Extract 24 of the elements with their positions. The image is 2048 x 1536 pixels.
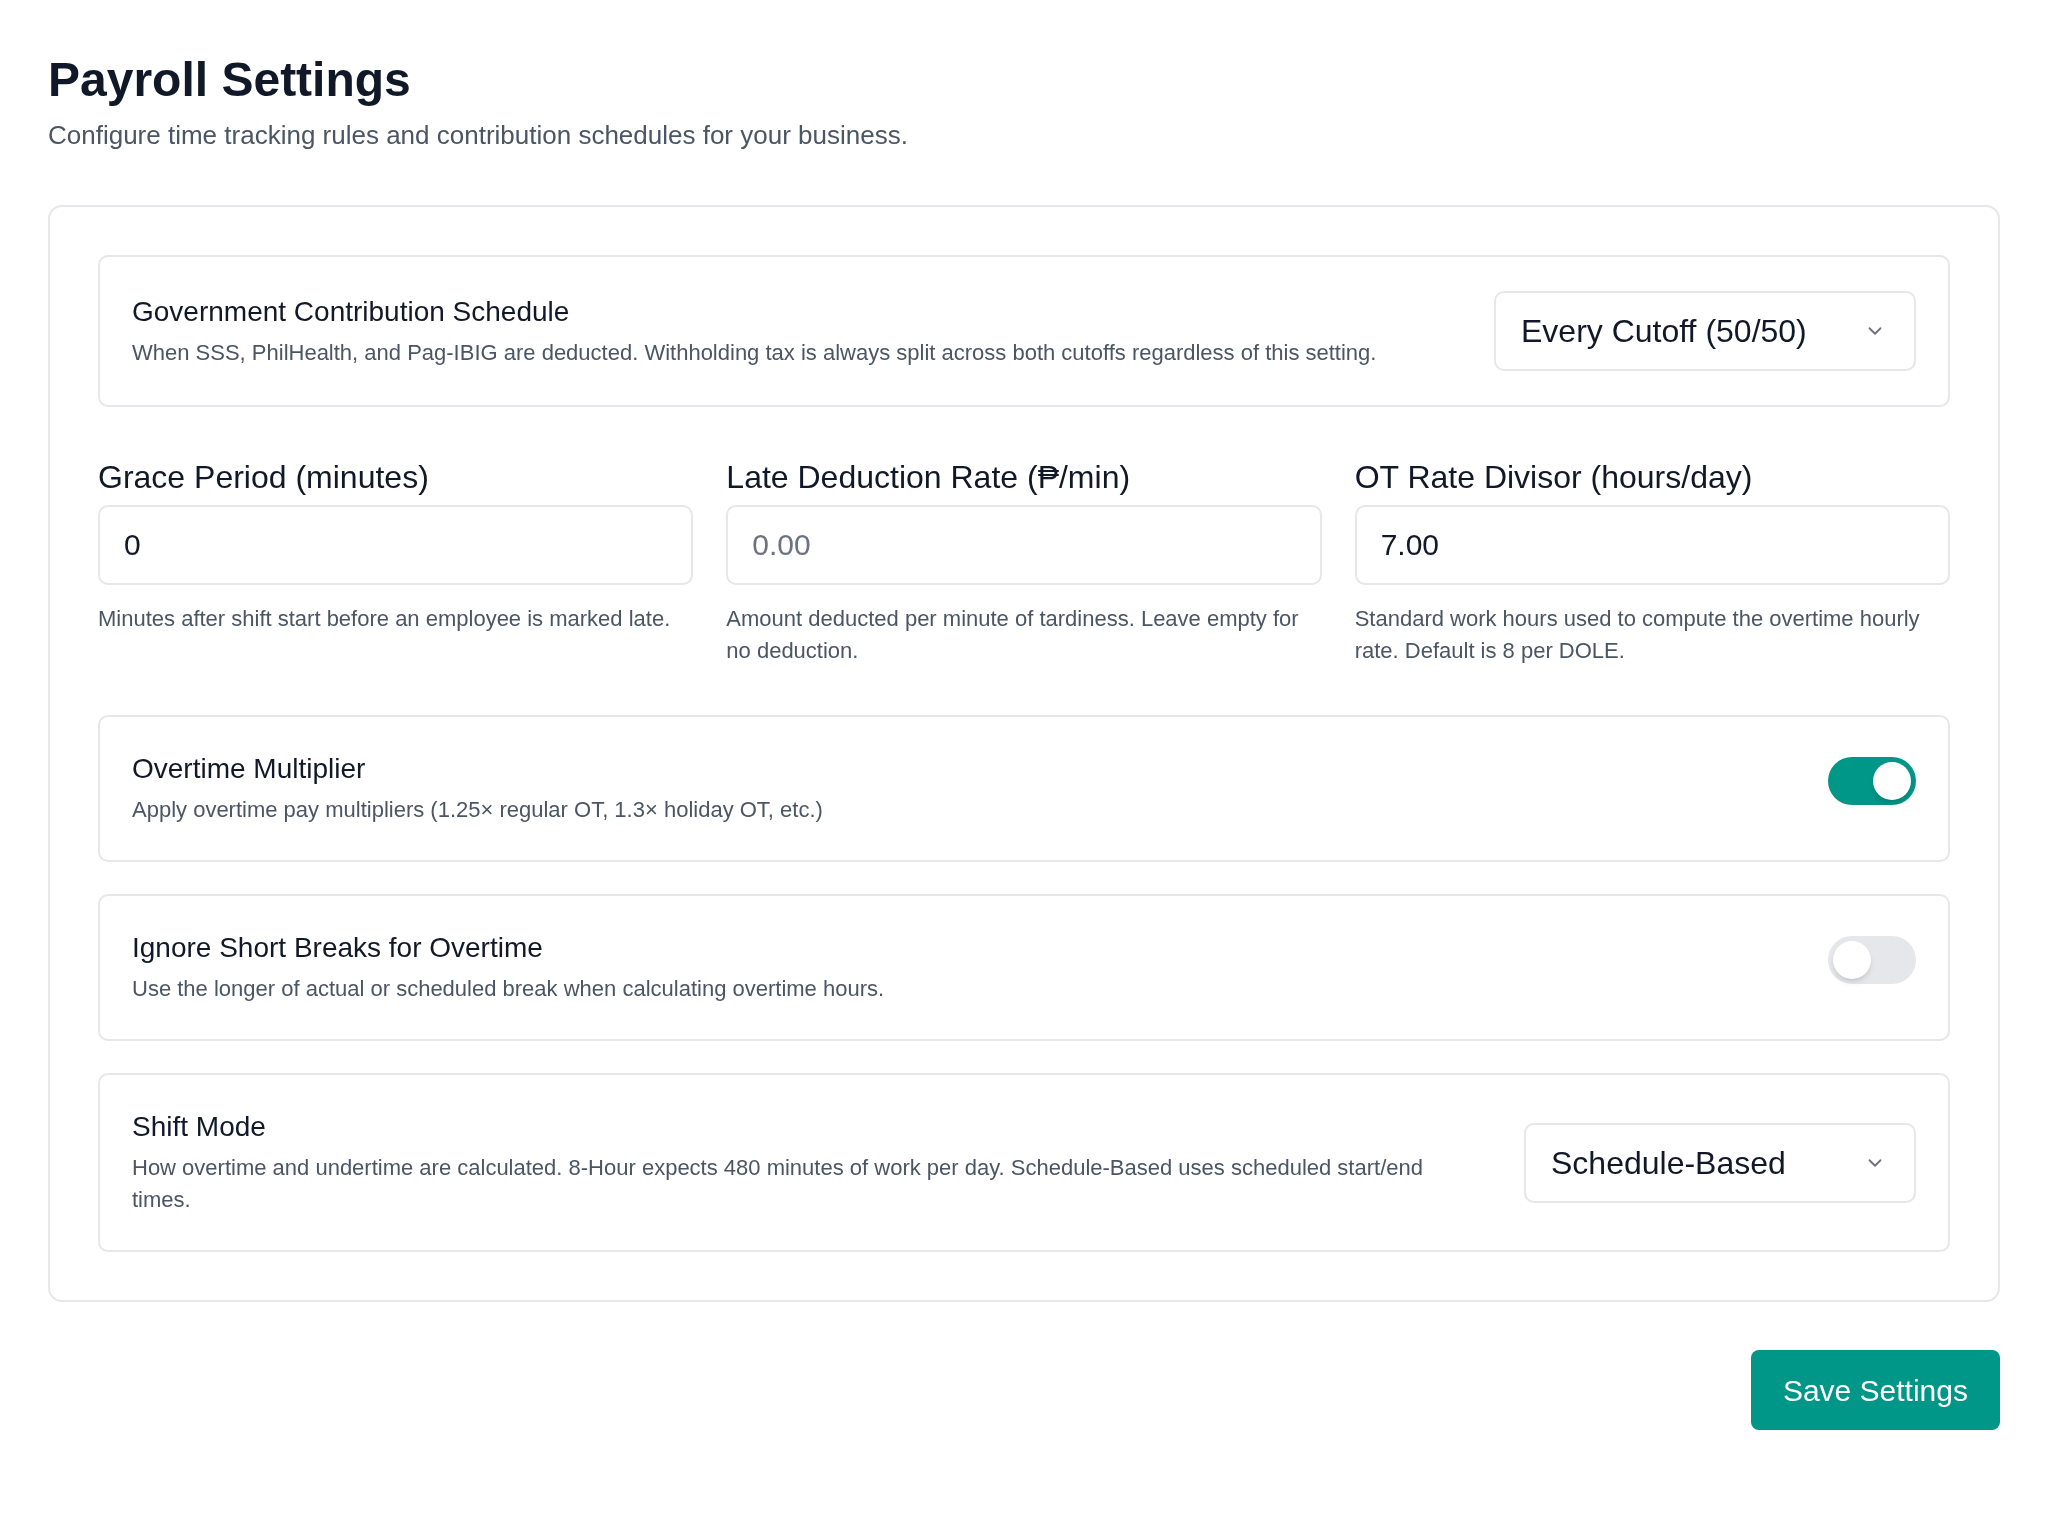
field-label: Grace Period (minutes): [98, 458, 430, 497]
input-field[interactable]: 0.00: [726, 505, 1322, 585]
setting-description: When SSS, PhilHealth, and Pag-IBIG are deducted. Withholding tax is always split across both cutoffs regardless of this setting.: [132, 338, 1377, 367]
field-label: Late Deduction Rate (₱/min): [726, 458, 1132, 497]
input-field[interactable]: 7.00: [1354, 505, 1950, 585]
setting-title: Government Contribution Schedule: [132, 294, 571, 329]
setting-title: Ignore Short Breaks for Overtime: [132, 931, 544, 965]
dropdown-select[interactable]: Schedule-Based: [1524, 1122, 1916, 1203]
setting-title: Shift Mode: [132, 1110, 267, 1144]
field-help: Minutes after shift start before an employee is marked late.: [98, 605, 672, 633]
dropdown-select[interactable]: Every Cutoff (50/50): [1494, 291, 1916, 371]
toggle-switch[interactable]: [1828, 936, 1916, 984]
input-field[interactable]: 0: [98, 505, 694, 585]
save-button[interactable]: Save Settings: [1750, 1350, 2000, 1430]
toggle-switch[interactable]: [1828, 757, 1916, 805]
setting-description: Use the longer of actual or scheduled break when calculating overtime hours.: [132, 975, 885, 1003]
setting-description: How overtime and undertime are calculated. 8-Hour expects 480 minutes of work per day. Schedule-Based uses scheduled start/end times.: [132, 1154, 1424, 1214]
setting-title: Overtime Multiplier: [132, 752, 367, 786]
page-subtitle: Configure time tracking rules and contribution schedules for your business.: [48, 119, 909, 152]
setting-description: Apply overtime pay multipliers (1.25× regular OT, 1.3× holiday OT, etc.): [132, 796, 823, 824]
field-label: OT Rate Divisor (hours/day): [1354, 458, 1754, 497]
page-title: Payroll Settings: [48, 52, 412, 108]
field-help: Amount deducted per minute of tardiness. Leave empty for no deduction.: [726, 605, 1300, 665]
field-help: Standard work hours used to compute the overtime hourly rate. Default is 8 per DOLE.: [1354, 605, 1921, 665]
